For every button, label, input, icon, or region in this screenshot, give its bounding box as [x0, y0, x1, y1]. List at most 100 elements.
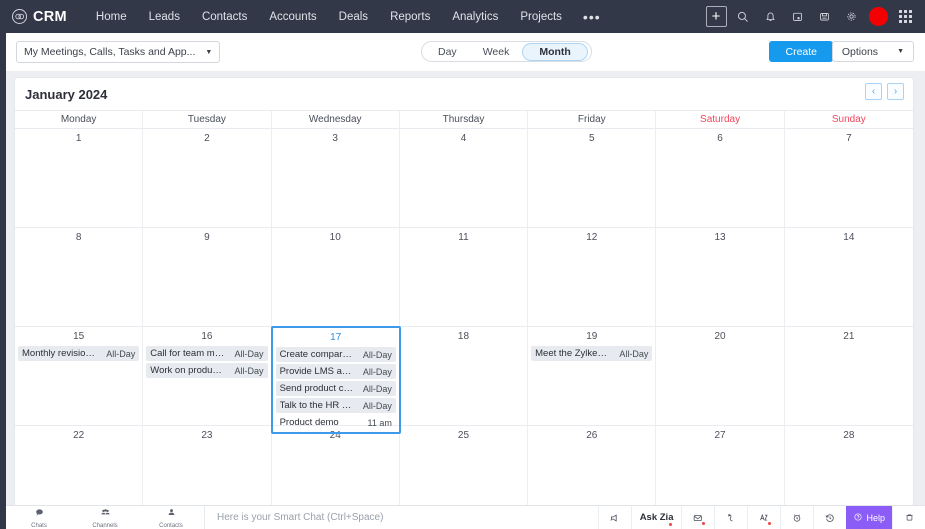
calendar-day-cell[interactable]: 21 — [785, 327, 913, 433]
dow-thursday: Thursday — [400, 111, 529, 128]
day-number: 6 — [717, 133, 723, 144]
calendar-event[interactable]: Work on product c... All-Day — [146, 363, 268, 378]
calendar-day-cell[interactable]: 14 — [785, 228, 913, 326]
calendar-weeks: 123456789101112131415Monthly revision of… — [15, 129, 913, 506]
options-button[interactable]: Options ▼ — [831, 41, 914, 62]
nav-link-contacts[interactable]: Contacts — [191, 5, 258, 29]
help-button[interactable]: Help — [846, 505, 892, 529]
calendar-event[interactable]: Call for team meeti... All-Day — [146, 346, 268, 361]
save-icon[interactable] — [812, 5, 836, 29]
calendar-day-cell[interactable]: 8 — [15, 228, 144, 326]
calendar-event-title: Meet the Zylker clie... — [535, 348, 609, 359]
nav-link-reports[interactable]: Reports — [379, 5, 441, 29]
calendar-event[interactable]: Provide LMS access All-Day — [275, 364, 396, 379]
calendar-day-cell[interactable]: 11 — [400, 228, 529, 326]
apps-grid-dots — [898, 10, 912, 23]
calendar-day-cell[interactable]: 10 — [272, 228, 400, 326]
bottom-left-items: Chats Channels Contacts — [6, 505, 205, 529]
apps-grid-icon[interactable] — [893, 5, 917, 29]
zoho-logo-icon — [12, 9, 27, 24]
tab-week[interactable]: Week — [470, 43, 523, 61]
dow-tuesday: Tuesday — [143, 111, 272, 128]
megaphone-icon[interactable] — [597, 505, 631, 529]
calendar-day-cell[interactable]: 26 — [528, 426, 657, 506]
day-number: 5 — [589, 133, 595, 144]
calendar-day-cell[interactable]: 20 — [656, 327, 785, 433]
day-number: 1 — [75, 133, 82, 144]
nav-link-accounts[interactable]: Accounts — [258, 5, 327, 29]
tab-day[interactable]: Day — [425, 43, 470, 61]
nav-link-home[interactable]: Home — [85, 5, 138, 29]
calendar-day-cell[interactable]: 6 — [656, 129, 785, 227]
calendar-day-cell[interactable]: 4 — [400, 129, 529, 227]
notes-icon[interactable] — [785, 5, 809, 29]
nav-link-projects[interactable]: Projects — [509, 5, 573, 29]
calendar-event[interactable]: Talk to the HR team All-Day — [275, 398, 396, 413]
ask-zia-button[interactable]: Ask Zia — [630, 505, 682, 529]
day-number: 23 — [201, 430, 213, 441]
day-number: 19 — [586, 331, 598, 342]
calendar-day-cell[interactable]: 17 Create compariso...All-Day Provide LMS … — [270, 326, 401, 434]
calendar-filter-select[interactable]: My Meetings, Calls, Tasks and App... ▼ — [16, 41, 221, 63]
recent-history-icon[interactable] — [813, 505, 846, 529]
calendar-day-cell[interactable]: 28 — [785, 426, 913, 506]
calendar-day-cell[interactable]: 7 — [785, 129, 913, 227]
calendar-day-cell[interactable]: 18 — [400, 327, 529, 433]
nav-link-analytics[interactable]: Analytics — [441, 5, 509, 29]
brand-text: CRM — [33, 8, 67, 25]
nav-link-deals[interactable]: Deals — [328, 5, 379, 29]
bottom-item-channels[interactable]: Channels — [72, 505, 138, 529]
calendar-day-cell[interactable]: 9 — [143, 228, 272, 326]
day-number: 17 — [330, 332, 342, 343]
calendar-event[interactable]: Create compariso... All-Day — [275, 347, 396, 362]
calendar-day-cell[interactable]: 22 — [15, 426, 144, 506]
brand[interactable]: CRM — [12, 9, 67, 25]
nav-more-icon[interactable]: ••• — [573, 5, 611, 29]
calendar-day-cell[interactable]: 12 — [528, 228, 657, 326]
channels-icon — [100, 505, 111, 523]
calendar-day-cell[interactable]: 24 — [272, 426, 400, 506]
search-icon[interactable] — [731, 5, 755, 29]
calendar-day-cell[interactable]: 15 Monthly revision of... All-Day — [15, 327, 144, 433]
calendar-day-cell[interactable]: 27 — [656, 426, 785, 506]
calendar-event-time: All-Day — [106, 348, 136, 359]
calendar-day-cell[interactable]: 3 — [272, 129, 400, 227]
calendar-event[interactable]: Send product com... All-Day — [275, 381, 396, 396]
bottom-item-contacts[interactable]: Contacts — [138, 505, 204, 529]
calendar-day-cell[interactable]: 13 — [656, 228, 785, 326]
email-icon[interactable] — [681, 505, 714, 529]
trash-icon[interactable] — [892, 505, 925, 529]
calendar-day-cell[interactable]: 2 — [143, 129, 272, 227]
avatar[interactable] — [866, 5, 890, 29]
calendar-event[interactable]: Monthly revision of... All-Day — [18, 346, 140, 361]
calendar-day-cell[interactable]: 1 — [15, 129, 144, 227]
calendar-day-cell[interactable]: 16Call for team meeti...All-DayWork on p… — [143, 327, 272, 433]
calendar-event-title: Create compariso... — [279, 349, 354, 360]
prev-month-button[interactable]: ‹ — [865, 83, 882, 100]
day-number: 10 — [329, 232, 341, 243]
calendar-event[interactable]: Product demo 11 am — [276, 415, 396, 430]
nav-right-icons: + — [704, 0, 917, 33]
calendar-event-title: Monthly revision of... — [22, 348, 96, 359]
create-button[interactable]: Create — [769, 41, 833, 62]
tab-month[interactable]: Month — [522, 42, 588, 61]
calendar-day-cell[interactable]: 25 — [400, 426, 529, 506]
calendar-day-cell[interactable]: 23 — [143, 426, 272, 506]
calendar-event[interactable]: Meet the Zylker clie... All-Day — [531, 346, 653, 361]
zia-voice-icon[interactable] — [747, 505, 780, 529]
calendar-event-title: Provide LMS access — [279, 366, 354, 377]
calls-icon[interactable] — [714, 505, 747, 529]
smart-chat-input[interactable]: Here is your Smart Chat (Ctrl+Space) — [205, 512, 598, 523]
add-button[interactable]: + — [704, 5, 728, 29]
bottom-item-chats[interactable]: Chats — [6, 505, 72, 529]
nav-link-leads[interactable]: Leads — [138, 5, 191, 29]
alarm-icon[interactable] — [780, 505, 813, 529]
day-number: 11 — [458, 232, 469, 243]
calendar-day-cell[interactable]: 5 — [528, 129, 657, 227]
nav-links: Home Leads Contacts Accounts Deals Repor… — [85, 5, 611, 29]
gear-icon[interactable] — [839, 5, 863, 29]
day-number: 7 — [846, 133, 852, 144]
bell-icon[interactable] — [758, 5, 782, 29]
next-month-button[interactable]: › — [887, 83, 904, 100]
calendar-day-cell[interactable]: 19 Meet the Zylker clie... All-Day — [528, 327, 657, 433]
